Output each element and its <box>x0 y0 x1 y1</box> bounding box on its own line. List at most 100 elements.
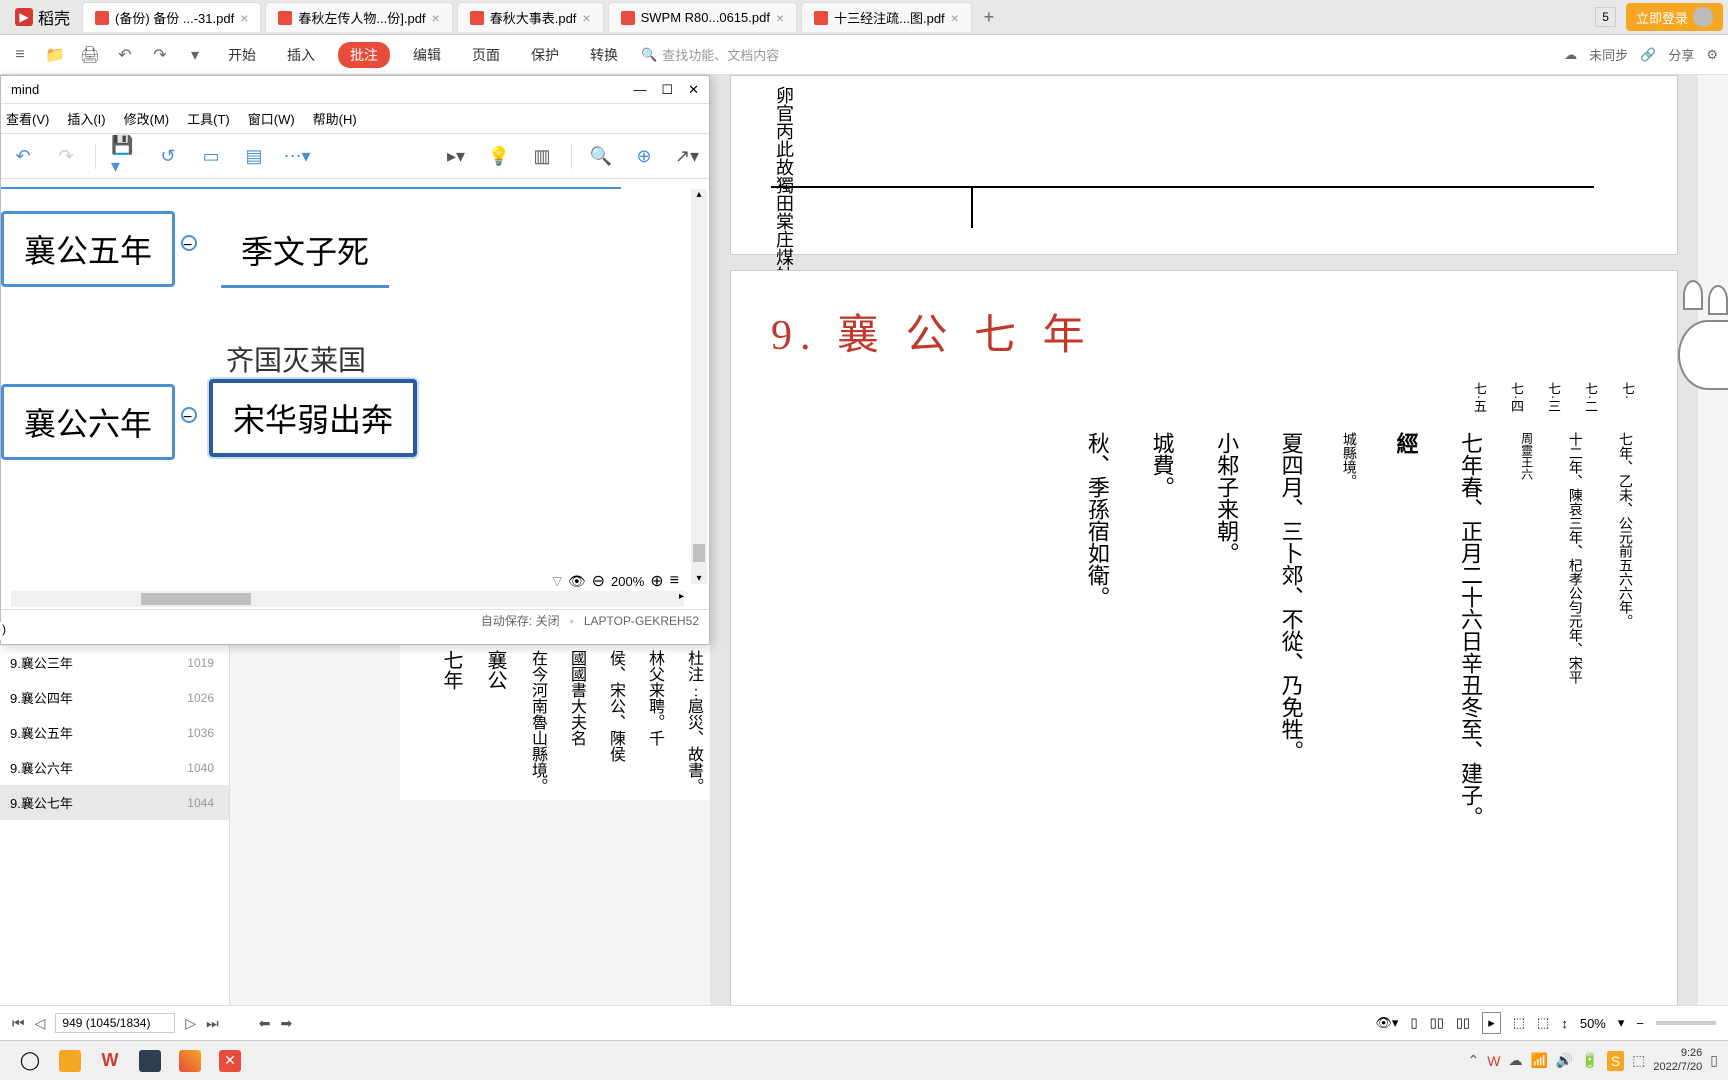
undo-icon[interactable]: ↶ <box>115 45 135 65</box>
close-icon[interactable]: × <box>240 10 248 26</box>
share-icon[interactable]: ⊕ <box>630 142 658 170</box>
fit-icon[interactable]: ↕ <box>1561 1016 1568 1031</box>
pdf-viewer[interactable]: 卵 官 丙 此 故 獨 田 棠 庄 煤 帥 9. 襄 公 七 年 七· 七·二 … <box>710 75 1698 1030</box>
filter-icon[interactable]: ▽ <box>553 574 562 588</box>
tab-4[interactable]: 十三经注疏...图.pdf × <box>801 2 972 32</box>
subtopic-icon[interactable]: ▤ <box>240 142 268 170</box>
start-button[interactable]: ◯ <box>10 1045 50 1077</box>
toc-item[interactable]: 9.襄公四年1026 <box>0 680 229 715</box>
play-icon[interactable]: ▸ <box>1482 1012 1501 1034</box>
horizontal-scrollbar[interactable]: ▸ <box>11 591 684 607</box>
app-button-2[interactable] <box>170 1045 210 1077</box>
volume-icon[interactable]: 🔊 <box>1556 1052 1573 1069</box>
topic-icon[interactable]: ▭ <box>197 142 225 170</box>
battery-icon[interactable]: 🔋 <box>1581 1052 1598 1069</box>
new-tab-button[interactable]: + <box>974 7 1004 28</box>
continuous-icon[interactable]: ▯▯ <box>1430 1015 1444 1031</box>
prev-page-icon[interactable]: ◁ <box>35 1015 46 1032</box>
tab-1[interactable]: 春秋左传人物...份].pdf × <box>265 2 452 32</box>
clock[interactable]: 9:26 2022/7/20 <box>1653 1047 1702 1073</box>
zoom-in-icon[interactable]: ⊕ <box>650 571 663 591</box>
close-icon[interactable]: × <box>776 10 784 26</box>
present-icon[interactable]: ▸▾ <box>442 142 470 170</box>
eye-icon[interactable]: 👁▾ <box>1375 1015 1398 1031</box>
close-icon[interactable]: × <box>432 10 440 26</box>
xmind-button[interactable]: ✕ <box>210 1045 250 1077</box>
mindmap-node-root2[interactable]: 襄公六年 <box>1 384 175 460</box>
node-toggle-icon[interactable]: − <box>181 235 197 251</box>
eye-icon[interactable]: 👁 <box>568 573 586 590</box>
login-button[interactable]: 立即登录 <box>1626 3 1723 31</box>
wps-button[interactable]: W <box>90 1045 130 1077</box>
save-icon[interactable]: 💾▾ <box>111 142 139 170</box>
tray-icon[interactable]: ☁ <box>1508 1052 1522 1069</box>
zoom-icon[interactable]: 🔍 <box>587 142 615 170</box>
mindmap-node-root1[interactable]: 襄公五年 <box>1 211 175 287</box>
redo-icon[interactable]: ↷ <box>52 142 80 170</box>
cloud-icon[interactable]: ☁ <box>1564 47 1577 63</box>
scroll-thumb[interactable] <box>693 544 705 562</box>
layout-icon[interactable]: ▥ <box>528 142 556 170</box>
toc-item[interactable]: 9.襄公三年1019 <box>0 645 229 680</box>
tab-count-badge[interactable]: 5 <box>1595 7 1616 27</box>
close-icon[interactable]: × <box>582 10 590 26</box>
menu-insert[interactable]: 插入(I) <box>67 109 105 128</box>
tray-app-icon[interactable]: W <box>1487 1053 1500 1069</box>
node-toggle-icon[interactable]: − <box>181 407 197 423</box>
scroll-thumb-h[interactable] <box>141 593 251 605</box>
minimize-icon[interactable]: — <box>633 82 646 98</box>
menu-window[interactable]: 窗口(W) <box>248 109 295 128</box>
xmind-canvas[interactable]: 襄公五年 − 季文子死 襄公六年 − 齐国灭莱国 宋华弱出奔 ▴ ▾ ▸ ▽ 👁… <box>1 179 709 609</box>
redo-icon[interactable]: ↷ <box>150 45 170 65</box>
wifi-icon[interactable]: 📶 <box>1530 1052 1547 1069</box>
crop-icon[interactable]: ⬚ <box>1513 1015 1525 1031</box>
page-number-input[interactable] <box>55 1013 175 1033</box>
export-icon[interactable]: ↗▾ <box>673 142 701 170</box>
print-icon[interactable]: 🖨 <box>80 45 100 65</box>
menu-help[interactable]: 帮助(H) <box>313 109 357 128</box>
explorer-button[interactable] <box>50 1045 90 1077</box>
menu-modify[interactable]: 修改(M) <box>124 109 170 128</box>
app-home[interactable]: ▶ 稻壳 <box>5 0 80 34</box>
tab-3[interactable]: SWPM R80...0615.pdf × <box>608 2 798 32</box>
toc-item[interactable]: 9.襄公六年1040 <box>0 750 229 785</box>
ime-icon[interactable]: S <box>1607 1051 1624 1071</box>
dropdown-icon[interactable]: ▾ <box>185 45 205 65</box>
menu-insert[interactable]: 插入 <box>279 42 323 68</box>
vertical-scrollbar[interactable]: ▴ ▾ <box>691 189 707 584</box>
menu-tools[interactable]: 工具(T) <box>187 109 230 128</box>
mindmap-label[interactable]: 齐国灭莱国 <box>226 339 366 379</box>
tab-0[interactable]: (备份) 备份 ...-31.pdf × <box>82 2 261 32</box>
toc-item[interactable]: 9.襄公五年1036 <box>0 715 229 750</box>
chevron-up-icon[interactable]: ⌃ <box>1468 1052 1480 1069</box>
select-icon[interactable]: ⬚ <box>1537 1015 1549 1031</box>
maximize-icon[interactable]: ☐ <box>661 82 673 98</box>
mindmap-node-child1[interactable]: 季文子死 <box>221 215 389 288</box>
sync-icon[interactable]: ↺ <box>154 142 182 170</box>
single-page-icon[interactable]: ▯ <box>1410 1015 1417 1031</box>
settings-icon[interactable]: ⚙ <box>1706 47 1718 63</box>
undo-icon[interactable]: ↶ <box>9 142 37 170</box>
last-page-icon[interactable]: ⏭ <box>206 1015 219 1032</box>
nav-fwd-icon[interactable]: ➡ <box>281 1015 293 1032</box>
toc-item-selected[interactable]: 9.襄公七年1044 <box>0 785 229 820</box>
share-label[interactable]: 分享 <box>1668 45 1694 64</box>
two-page-icon[interactable]: ▯▯ <box>1456 1015 1470 1031</box>
nav-back-icon[interactable]: ⬅ <box>259 1015 271 1032</box>
menu-protect[interactable]: 保护 <box>523 42 567 68</box>
xmind-titlebar[interactable]: mind — ☐ ✕ <box>1 76 709 104</box>
menu-start[interactable]: 开始 <box>220 42 264 68</box>
zoom-slider[interactable] <box>1656 1021 1716 1025</box>
app-button-1[interactable] <box>130 1045 170 1077</box>
menu-view[interactable]: 查看(V) <box>6 109 49 128</box>
menu-page[interactable]: 页面 <box>464 42 508 68</box>
tray-icon-2[interactable]: ⬚ <box>1632 1052 1645 1069</box>
fit-icon[interactable]: ≡ <box>670 572 679 590</box>
notifications-icon[interactable]: ▯ <box>1710 1052 1718 1069</box>
menu-edit[interactable]: 编辑 <box>405 42 449 68</box>
more-icon[interactable]: ⋯▾ <box>283 142 311 170</box>
next-page-icon[interactable]: ▷ <box>185 1015 196 1032</box>
zoom-out-icon[interactable]: ⊖ <box>592 571 605 591</box>
chevron-down-icon[interactable]: ▾ <box>1618 1015 1625 1031</box>
search-box[interactable]: 🔍 查找功能、文档内容 <box>641 45 779 64</box>
